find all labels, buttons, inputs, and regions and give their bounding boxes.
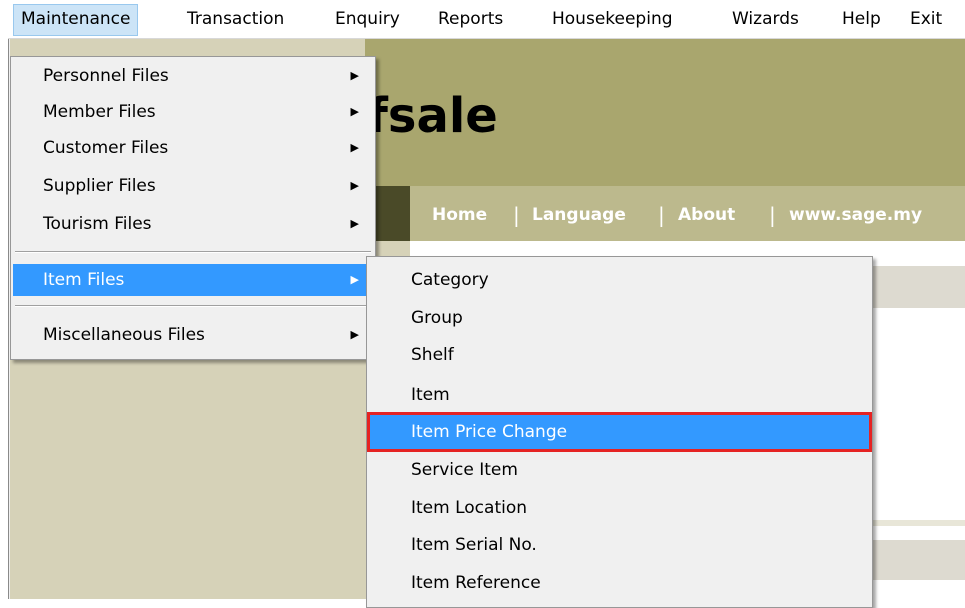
menu-separator bbox=[15, 251, 371, 253]
menu-item-label: Customer Files bbox=[43, 138, 169, 158]
submenu-item-shelf[interactable]: Shelf bbox=[369, 337, 870, 373]
menu-item-customer-files[interactable]: Customer Files ▶ bbox=[13, 132, 373, 164]
menu-item-label: Item Files bbox=[43, 270, 125, 290]
submenu-item-item-location[interactable]: Item Location bbox=[369, 490, 870, 526]
menu-separator bbox=[15, 305, 371, 307]
submenu-arrow-icon: ▶ bbox=[350, 141, 359, 154]
menu-item-miscellaneous-files[interactable]: Miscellaneous Files ▶ bbox=[13, 319, 373, 351]
menu-item-personnel-files[interactable]: Personnel Files ▶ bbox=[13, 60, 373, 92]
submenu-item-item-reference[interactable]: Item Reference bbox=[369, 565, 870, 601]
nav-link-about[interactable]: About bbox=[678, 205, 735, 225]
submenu-arrow-icon: ▶ bbox=[350, 273, 359, 286]
menu-wizards[interactable]: Wizards bbox=[725, 4, 806, 34]
submenu-arrow-icon: ▶ bbox=[350, 328, 359, 341]
submenu-item-service-item[interactable]: Service Item bbox=[369, 452, 870, 488]
menu-reports[interactable]: Reports bbox=[431, 4, 510, 34]
menu-help[interactable]: Help bbox=[835, 4, 888, 34]
menu-item-supplier-files[interactable]: Supplier Files ▶ bbox=[13, 170, 373, 202]
menu-item-member-files[interactable]: Member Files ▶ bbox=[13, 96, 373, 128]
submenu-arrow-icon: ▶ bbox=[350, 105, 359, 118]
nav-link-home[interactable]: Home bbox=[432, 205, 487, 225]
content-header-strip bbox=[860, 266, 965, 308]
nav-separator: | bbox=[513, 203, 520, 227]
submenu-item-item-price-change[interactable]: Item Price Change bbox=[367, 412, 872, 452]
menu-transaction[interactable]: Transaction bbox=[180, 4, 291, 34]
nav-separator: | bbox=[769, 203, 776, 227]
submenu-arrow-icon: ▶ bbox=[350, 69, 359, 82]
submenu-arrow-icon: ▶ bbox=[350, 179, 359, 192]
menu-enquiry[interactable]: Enquiry bbox=[328, 4, 407, 34]
maintenance-dropdown: Personnel Files ▶ Member Files ▶ Custome… bbox=[10, 56, 376, 360]
menu-item-label: Tourism Files bbox=[43, 214, 152, 234]
menu-maintenance[interactable]: Maintenance bbox=[13, 4, 139, 36]
app-logo-text: fsale bbox=[367, 88, 498, 144]
nav-link-website[interactable]: www.sage.my bbox=[789, 205, 922, 225]
content-divider bbox=[860, 520, 965, 526]
menu-exit[interactable]: Exit bbox=[903, 4, 949, 34]
menu-item-label: Member Files bbox=[43, 102, 156, 122]
menu-item-label: Personnel Files bbox=[43, 66, 169, 86]
menu-item-item-files[interactable]: Item Files ▶ bbox=[13, 264, 373, 296]
submenu-arrow-icon: ▶ bbox=[350, 217, 359, 230]
menu-item-tourism-files[interactable]: Tourism Files ▶ bbox=[13, 208, 373, 240]
submenu-item-group[interactable]: Group bbox=[369, 300, 870, 336]
menu-housekeeping[interactable]: Housekeeping bbox=[545, 4, 680, 34]
nav-separator: | bbox=[658, 203, 665, 227]
item-files-submenu: Category Group Shelf Item Item Price Cha… bbox=[366, 256, 873, 608]
menu-item-label: Supplier Files bbox=[43, 176, 156, 196]
submenu-item-category[interactable]: Category bbox=[369, 262, 870, 298]
menu-item-label: Miscellaneous Files bbox=[43, 325, 205, 345]
submenu-item-item[interactable]: Item bbox=[369, 377, 870, 413]
nav-link-language[interactable]: Language bbox=[532, 205, 626, 225]
submenu-item-item-serial-no[interactable]: Item Serial No. bbox=[369, 527, 870, 563]
content-footer-strip bbox=[860, 540, 965, 580]
